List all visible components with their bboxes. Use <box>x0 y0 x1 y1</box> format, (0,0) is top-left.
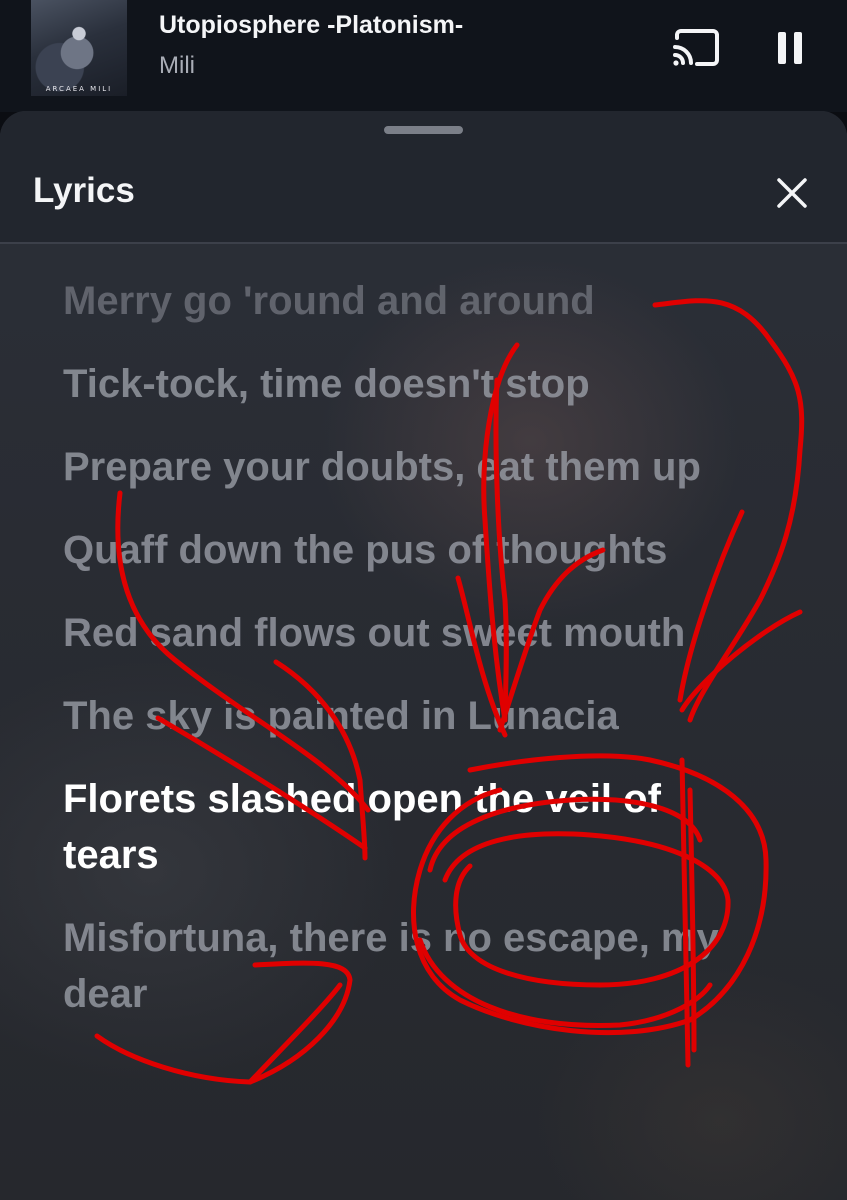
lyric-line[interactable]: Tick-tock, time doesn't stop <box>63 356 763 412</box>
lyric-line[interactable]: Merry go 'round and around <box>63 273 763 329</box>
lyric-line[interactable]: Prepare your doubts, eat them up <box>63 439 763 495</box>
lyrics-sheet: Lyrics Merry go 'round and around Tick-t… <box>0 111 847 1200</box>
lyric-line[interactable]: Quaff down the pus of thoughts <box>63 522 763 578</box>
lyric-line[interactable]: The sky is painted in Lunacia <box>63 688 763 744</box>
close-icon <box>777 178 807 208</box>
track-artist: Mili <box>159 52 195 79</box>
lyrics-list[interactable]: Merry go 'round and around Tick-tock, ti… <box>63 273 763 1049</box>
lyrics-header: Lyrics <box>0 111 847 244</box>
cast-button[interactable] <box>671 28 721 68</box>
pause-icon <box>778 32 802 64</box>
pause-button[interactable] <box>770 28 810 68</box>
now-playing-bar[interactable]: ARCAEA MILI Utopiosphere -Platonism- Mil… <box>0 0 847 112</box>
cast-icon <box>673 29 719 66</box>
lyric-line-current[interactable]: Florets slashed open the veil of tears <box>63 771 763 883</box>
drag-handle[interactable] <box>384 126 463 134</box>
album-art-caption: ARCAEA MILI <box>45 85 113 93</box>
lyrics-title: Lyrics <box>33 171 135 210</box>
close-button[interactable] <box>773 174 811 212</box>
track-title: Utopiosphere -Platonism- <box>159 11 464 39</box>
lyric-line[interactable]: Red sand flows out sweet mouth <box>63 605 763 661</box>
lyric-line[interactable]: Misfortuna, there is no escape, my dear <box>63 910 763 1022</box>
album-art[interactable]: ARCAEA MILI <box>31 0 127 96</box>
